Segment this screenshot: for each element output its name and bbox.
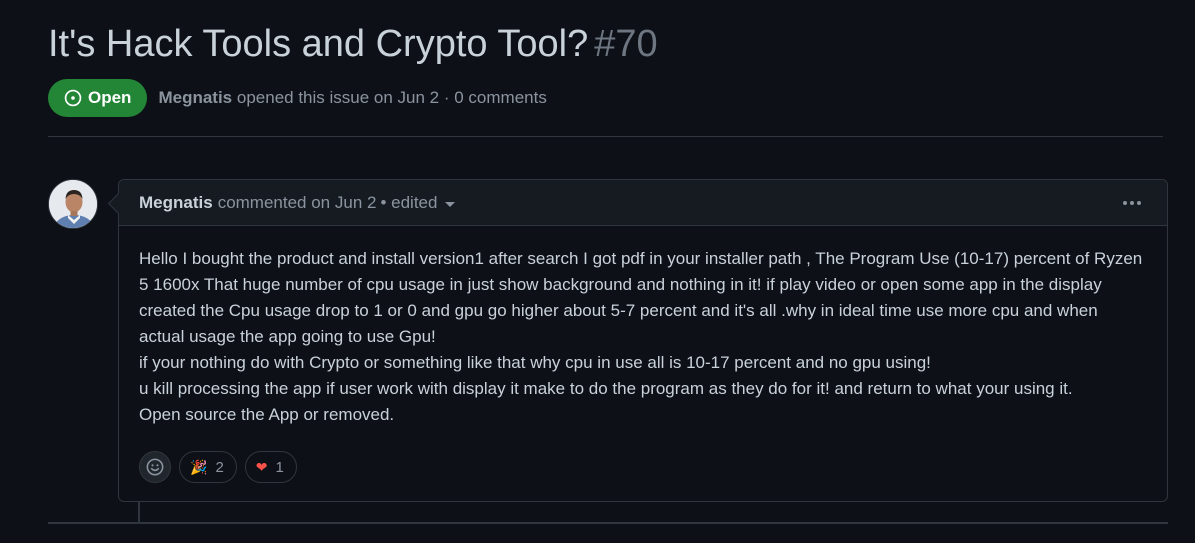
comment-options-button[interactable] bbox=[1117, 195, 1147, 211]
edited-dropdown[interactable]: • edited bbox=[380, 192, 456, 213]
open-state-badge: Open bbox=[48, 79, 148, 117]
comment-box: Megnatis commented on Jun 2 • edited Hel… bbox=[118, 179, 1168, 502]
issue-page: It's Hack Tools and Crypto Tool? #70 Open… bbox=[0, 0, 1195, 543]
kebab-dot-icon bbox=[1123, 200, 1127, 205]
timeline-connector bbox=[138, 502, 140, 524]
kebab-dot-icon bbox=[1137, 200, 1141, 205]
tada-icon: 🎉 bbox=[190, 459, 208, 475]
caret-down-icon bbox=[445, 202, 456, 207]
comment-body: Hello I bought the product and install v… bbox=[119, 226, 1167, 428]
issue-meta-text: opened this issue on Jun 2 · 0 comments bbox=[236, 88, 547, 107]
comment-paragraph: Open source the App or removed. bbox=[139, 405, 395, 424]
reactions-bar: 🎉 2 ❤ 1 bbox=[139, 451, 297, 483]
state-label: Open bbox=[88, 88, 132, 107]
issue-opened-icon bbox=[64, 89, 82, 107]
reaction-count: 2 bbox=[215, 458, 224, 476]
comment-timestamp[interactable]: commented on Jun 2 bbox=[218, 193, 377, 213]
issue-author-link[interactable]: Megnatis bbox=[158, 88, 232, 107]
timeline-divider bbox=[48, 522, 1168, 524]
comment-paragraph: Hello I bought the product and install v… bbox=[139, 249, 1143, 346]
kebab-dot-icon bbox=[1130, 200, 1134, 205]
header-divider bbox=[48, 136, 1163, 137]
issue-title: It's Hack Tools and Crypto Tool? #70 bbox=[48, 20, 658, 68]
issue-number: #70 bbox=[594, 23, 658, 65]
issue-meta-row: Open Megnatis opened this issue on Jun 2… bbox=[48, 79, 547, 117]
avatar[interactable] bbox=[48, 179, 98, 229]
comment-header: Megnatis commented on Jun 2 • edited bbox=[119, 180, 1167, 226]
tada-reaction-button[interactable]: 🎉 2 bbox=[179, 451, 237, 483]
edited-label: • edited bbox=[380, 192, 438, 212]
heart-icon: ❤ bbox=[255, 459, 268, 475]
reaction-count: 1 bbox=[275, 458, 284, 476]
smiley-icon bbox=[146, 458, 164, 476]
comment-paragraph: u kill processing the app if user work w… bbox=[139, 379, 1073, 398]
add-reaction-button[interactable] bbox=[139, 451, 171, 483]
heart-reaction-button[interactable]: ❤ 1 bbox=[244, 451, 297, 483]
issue-title-text: It's Hack Tools and Crypto Tool? bbox=[48, 23, 589, 65]
comment-author-link[interactable]: Megnatis bbox=[139, 193, 213, 213]
comment-paragraph: if your nothing do with Crypto or someth… bbox=[139, 353, 931, 372]
issue-meta: Megnatis opened this issue on Jun 2 · 0 … bbox=[158, 88, 546, 108]
avatar-image bbox=[49, 180, 97, 228]
